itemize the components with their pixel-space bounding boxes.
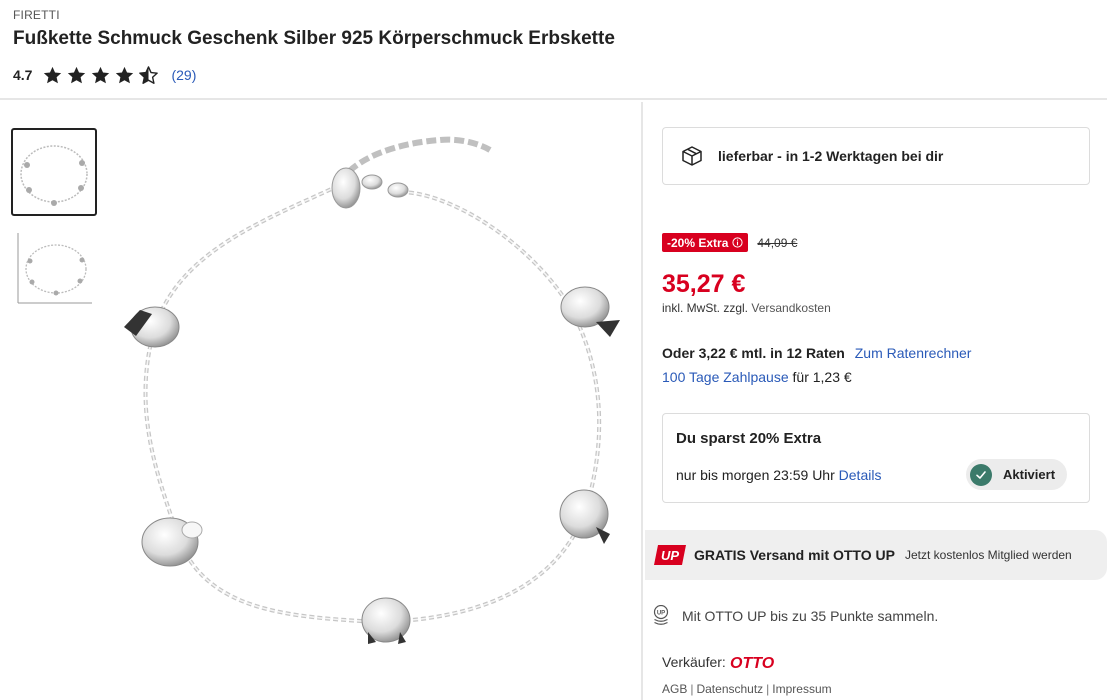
star-icon <box>44 66 62 83</box>
product-title: Fußkette Schmuck Geschenk Silber 925 Kör… <box>13 28 615 49</box>
payment-pause-info: 100 Tage Zahlpause für 1,23 € <box>662 369 852 385</box>
info-icon <box>732 237 743 248</box>
discount-badge[interactable]: -20% Extra <box>662 233 749 252</box>
star-icon <box>92 66 110 83</box>
seller-name: OTTO <box>730 655 774 670</box>
savings-title: Du sparst 20% Extra <box>676 430 822 447</box>
bracelet-thumbnail-image <box>20 145 88 206</box>
otto-up-text: GRATIS Versand mit OTTO UP <box>694 547 895 563</box>
points-info: UP Mit OTTO UP bis zu 35 Punkte sammeln. <box>652 605 938 627</box>
svg-text:UP: UP <box>657 611 665 617</box>
svg-text:UP: UP <box>661 548 679 563</box>
savings-details-link[interactable]: Details <box>839 467 882 483</box>
delivery-text: lieferbar - in 1-2 Werktagen bei dir <box>718 148 944 164</box>
legal-link-imprint[interactable]: Impressum <box>772 682 831 696</box>
rating-stars <box>42 65 162 86</box>
points-text: Mit OTTO UP bis zu 35 Punkte sammeln. <box>682 608 939 624</box>
legal-links: AGB | Datenschutz | Impressum <box>662 682 832 696</box>
seller-label: Verkäufer: <box>662 654 726 670</box>
star-icon <box>116 66 134 83</box>
old-price: 44,09 € <box>757 235 798 250</box>
installment-text: Oder 3,22 € mtl. in 12 Raten <box>662 345 845 361</box>
activated-label: Aktiviert <box>1003 467 1056 482</box>
check-icon <box>970 463 992 486</box>
image-gallery <box>0 102 643 700</box>
rating-count-link[interactable]: (29) <box>171 67 196 83</box>
vat-prefix: inkl. MwSt. zzgl. <box>662 301 749 315</box>
package-icon <box>682 146 702 166</box>
savings-box: Du sparst 20% Extra nur bis morgen 23:59… <box>662 413 1090 503</box>
legal-link-privacy[interactable]: Datenschutz <box>696 682 763 696</box>
otto-up-logo-icon: UP <box>654 545 686 565</box>
delivery-info: lieferbar - in 1-2 Werktagen bei dir <box>662 127 1090 185</box>
activated-toggle[interactable]: Aktiviert <box>966 459 1067 490</box>
legal-link-agb[interactable]: AGB <box>662 682 687 696</box>
brand-name[interactable]: FIRETTI <box>13 8 60 22</box>
seller-info: Verkäufer: OTTO <box>662 654 774 670</box>
product-main-image[interactable] <box>110 122 630 682</box>
otto-up-join-link[interactable]: Jetzt kostenlos Mitglied werden <box>905 548 1072 562</box>
payment-pause-suffix: für 1,23 € <box>792 369 852 385</box>
installment-info: Oder 3,22 € mtl. in 12 Raten Zum Ratenre… <box>662 345 971 361</box>
vat-note: inkl. MwSt. zzgl. Versandkosten <box>662 301 831 315</box>
discount-row: -20% Extra 44,09 € <box>662 233 797 252</box>
shipping-costs-link[interactable]: Versandkosten <box>751 301 830 315</box>
star-half-icon <box>139 65 159 84</box>
rating-summary: 4.7 (29) <box>13 64 196 86</box>
rating-value: 4.7 <box>13 67 33 83</box>
savings-deadline: nur bis morgen 23:59 Uhr Details <box>676 467 881 483</box>
savings-until-text: nur bis morgen 23:59 Uhr <box>676 467 835 483</box>
installment-calculator-link[interactable]: Zum Ratenrechner <box>855 345 972 361</box>
otto-logo-icon[interactable]: OTTO <box>730 654 774 670</box>
coin-stack-icon: UP <box>653 605 669 625</box>
product-header: FIRETTI Fußkette Schmuck Geschenk Silber… <box>0 0 1107 100</box>
bracelet-scale-thumbnail-image <box>17 233 92 304</box>
current-price: 35,27 € <box>662 270 746 298</box>
buy-box: lieferbar - in 1-2 Werktagen bei dir -20… <box>645 102 1107 700</box>
payment-pause-link[interactable]: 100 Tage Zahlpause <box>662 369 789 385</box>
gallery-thumbnail[interactable] <box>11 128 97 216</box>
star-icon <box>68 66 86 83</box>
gallery-thumbnail[interactable] <box>11 226 97 314</box>
discount-badge-label: -20% Extra <box>667 235 729 250</box>
otto-up-banner[interactable]: UP GRATIS Versand mit OTTO UP Jetzt kost… <box>645 530 1107 580</box>
